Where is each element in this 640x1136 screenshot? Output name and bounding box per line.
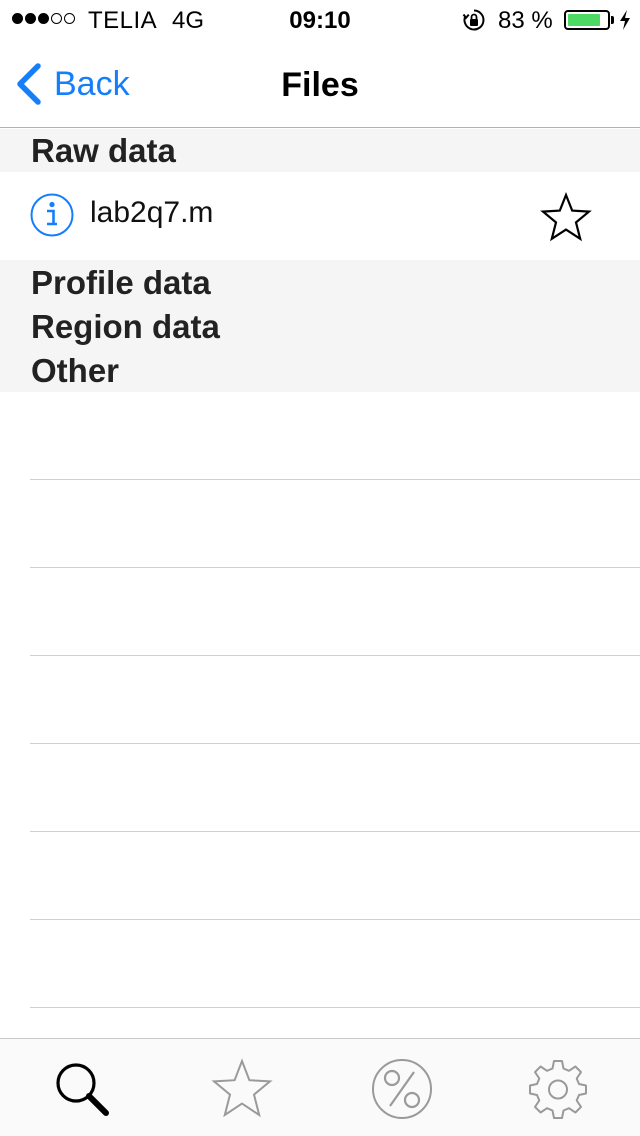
status-bar: TELIA 4G 09:10 83 %: [0, 0, 640, 40]
section-header-raw-data: Raw data: [0, 129, 640, 172]
row-separator: [30, 831, 640, 832]
file-name: lab2q7.m: [90, 196, 214, 229]
gear-icon[interactable]: [526, 1057, 590, 1121]
row-separator: [30, 1007, 640, 1008]
star-icon[interactable]: [210, 1057, 274, 1121]
tab-bar: [0, 1038, 640, 1136]
rotation-lock-icon: [462, 9, 485, 31]
battery-icon: [564, 10, 610, 30]
charging-bolt-icon: [620, 10, 630, 30]
section-header-group: Profile data Region data Other: [0, 260, 640, 392]
percent-icon[interactable]: [370, 1057, 434, 1121]
star-outline-icon[interactable]: [540, 192, 592, 242]
row-separator: [30, 479, 640, 480]
battery-level: [568, 14, 600, 26]
row-separator: [30, 919, 640, 920]
row-separator: [30, 567, 640, 568]
page-title: Files: [281, 66, 359, 104]
section-title-region-data: Region data: [31, 308, 220, 345]
navigation-bar: Back Files: [0, 40, 640, 128]
section-title-profile-data: Profile data: [31, 264, 211, 301]
row-separator: [30, 743, 640, 744]
info-icon[interactable]: [30, 193, 74, 237]
search-icon[interactable]: [50, 1057, 114, 1121]
section-title: Raw data: [31, 132, 176, 169]
section-title-other: Other: [31, 352, 120, 389]
row-separator: [30, 655, 640, 656]
battery-percent: 83 %: [498, 7, 553, 34]
battery-tip: [611, 16, 614, 24]
